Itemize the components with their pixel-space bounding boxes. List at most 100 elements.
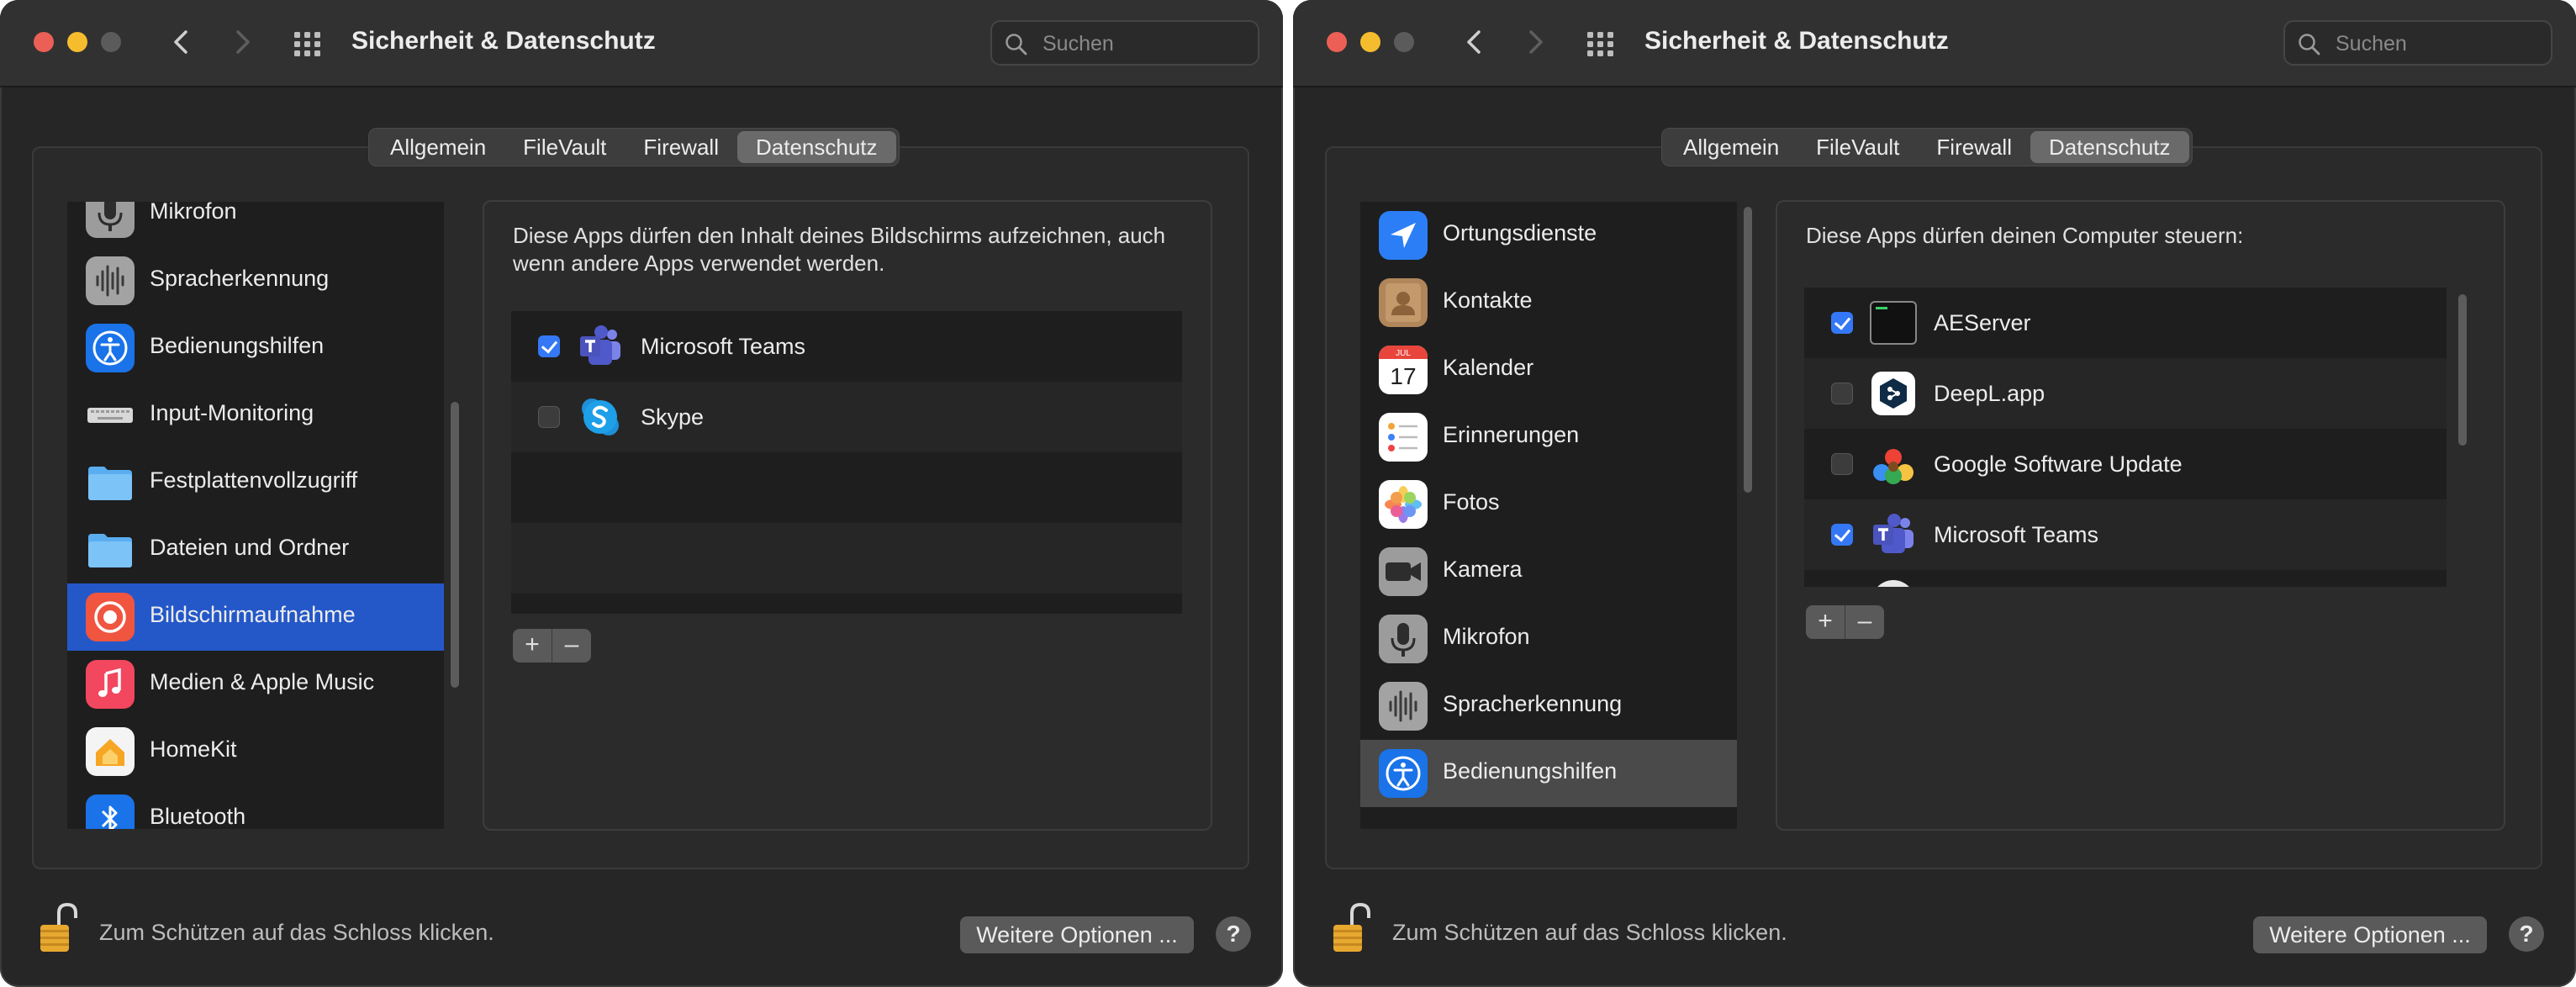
app-row-google-software-update[interactable]: Google Software Update [1804,429,2447,499]
help-button[interactable]: ? [2509,916,2544,952]
back-button[interactable] [165,25,198,59]
tab-datenschutz[interactable]: Datenschutz [2030,131,2189,163]
sidebar-item-label: Ortungsdienste [1443,220,1597,245]
lock-icon[interactable] [1330,901,1374,955]
skype-icon [577,393,624,441]
search-input[interactable] [1041,29,1246,59]
app-checkbox[interactable] [538,406,560,428]
sidebar-item-spracherkennung[interactable]: Spracherkennung [67,247,444,314]
sidebar-scrollbar[interactable] [451,402,459,688]
search-icon [1006,34,1027,55]
tab-firewall[interactable]: Firewall [625,131,737,163]
close-window-button[interactable] [1327,32,1347,52]
help-button[interactable]: ? [1216,916,1251,952]
google-update-icon [1870,441,1917,488]
forward-button[interactable] [225,25,259,59]
sidebar-item-kalender[interactable]: JUL 17 Kalender [1360,336,1737,404]
close-window-button[interactable] [34,32,54,52]
sidebar-item-label: Kalender [1443,355,1534,380]
more-options-button[interactable]: Weitere Optionen ... [960,916,1194,953]
screen-recording-icon [86,593,135,641]
app-label: Microsoft Teams [641,334,806,359]
sidebar-item-ortungsdienste[interactable]: Ortungsdienste [1360,202,1737,269]
app-label: Skype [641,404,705,430]
sidebar-item-label: Bildschirmaufnahme [150,602,356,627]
titlebar: Sicherheit & Datenschutz [0,0,1283,87]
window-accessibility: Sicherheit & Datenschutz Allgemein FileV… [1293,0,2576,987]
sidebar-item-input-monitoring[interactable]: Input-Monitoring [67,382,444,449]
add-app-button[interactable]: + [1806,605,1845,639]
app-icon-partial [1871,580,1915,587]
sidebar-item-medien-apple-music[interactable]: Medien & Apple Music [67,651,444,718]
sidebar-item-kamera[interactable]: Kamera [1360,538,1737,605]
sidebar-item-label: Festplattenvollzugriff [150,467,358,493]
forward-button[interactable] [1518,25,1552,59]
privacy-category-list[interactable]: Ortungsdienste Kontakte JUL 17 Kalender E… [1360,202,1737,829]
search-field[interactable] [2283,20,2552,66]
app-checkbox[interactable] [1831,524,1853,546]
lock-icon[interactable] [37,901,81,955]
sidebar-item-kontakte[interactable]: Kontakte [1360,269,1737,336]
app-checkbox[interactable] [1831,312,1853,334]
sidebar-item-label: Mikrofon [1443,624,1530,649]
tab-filevault[interactable]: FileVault [504,131,625,163]
sidebar-item-mikrofon[interactable]: Mikrofon [67,202,444,247]
folder-icon [86,458,135,507]
window-screen-recording: Sicherheit & Datenschutz Allgemein FileV… [0,0,1283,987]
sidebar-item-homekit[interactable]: HomeKit [67,718,444,785]
window-title: Sicherheit & Datenschutz [351,27,656,55]
add-app-button[interactable]: + [513,629,552,662]
sidebar-item-spracherkennung[interactable]: Spracherkennung [1360,673,1737,740]
remove-app-button[interactable]: – [1845,605,1884,639]
tab-bar: Allgemein FileVault Firewall Datenschutz [368,128,900,166]
sidebar-item-label: Erinnerungen [1443,422,1580,447]
tab-allgemein[interactable]: Allgemein [1665,131,1797,163]
privacy-category-list[interactable]: Mikrofon Spracherkennung Bedienungshilfe… [67,202,444,829]
sidebar-item-dateien-und-ordner[interactable]: Dateien und Ordner [67,516,444,583]
app-row-microsoft-teams[interactable]: Microsoft Teams [1804,499,2447,570]
sidebar-item-bildschirmaufnahme[interactable]: Bildschirmaufnahme [67,583,444,651]
sidebar-item-bedienungshilfen[interactable]: Bedienungshilfen [1360,740,1737,807]
more-options-button[interactable]: Weitere Optionen ... [2253,916,2487,953]
sidebar-scrollbar[interactable] [1744,207,1752,493]
waveform-icon [86,256,135,305]
minimize-window-button[interactable] [67,32,87,52]
app-list-scrollbar[interactable] [2458,294,2467,446]
app-row-aeserver[interactable]: AEServer [1804,288,2447,358]
remove-app-button[interactable]: – [552,629,591,662]
minimize-window-button[interactable] [1360,32,1380,52]
app-checkbox[interactable] [1831,453,1853,475]
app-row-skype[interactable]: Skype [511,382,1182,452]
app-checkbox[interactable] [1831,383,1853,404]
sidebar-item-bedienungshilfen[interactable]: Bedienungshilfen [67,314,444,382]
show-all-grid-icon[interactable] [1584,27,1618,61]
sidebar-item-mikrofon[interactable]: Mikrofon [1360,605,1737,673]
app-row-deepl[interactable]: DeepL.app [1804,358,2447,429]
sidebar-item-erinnerungen[interactable]: Erinnerungen [1360,404,1737,471]
app-row-microsoft-teams[interactable]: Microsoft Teams [511,311,1182,382]
show-all-grid-icon[interactable] [291,27,325,61]
location-icon [1379,211,1428,260]
sidebar-item-label: Spracherkennung [1443,691,1623,716]
tab-filevault[interactable]: FileVault [1797,131,1918,163]
empty-row [511,452,1182,523]
tab-datenschutz[interactable]: Datenschutz [736,131,896,163]
sidebar-item-label: Input-Monitoring [150,400,314,425]
back-button[interactable] [1458,25,1491,59]
sidebar-item-label: Kontakte [1443,288,1533,313]
search-input[interactable] [2334,29,2539,59]
accessibility-icon [86,324,135,372]
waveform-icon [1379,682,1428,731]
camera-icon [1379,547,1428,596]
zoom-window-button[interactable] [1394,32,1414,52]
sidebar-item-bluetooth[interactable]: Bluetooth [67,785,444,829]
sidebar-item-fotos[interactable]: Fotos [1360,471,1737,538]
search-field[interactable] [990,20,1259,66]
app-label: Microsoft Teams [1934,522,2099,547]
tab-firewall[interactable]: Firewall [1918,131,2030,163]
sidebar-item-festplattenvollzugriff[interactable]: Festplattenvollzugriff [67,449,444,516]
tab-allgemein[interactable]: Allgemein [372,131,504,163]
reminders-icon [1379,413,1428,462]
zoom-window-button[interactable] [101,32,121,52]
app-checkbox[interactable] [538,335,560,357]
